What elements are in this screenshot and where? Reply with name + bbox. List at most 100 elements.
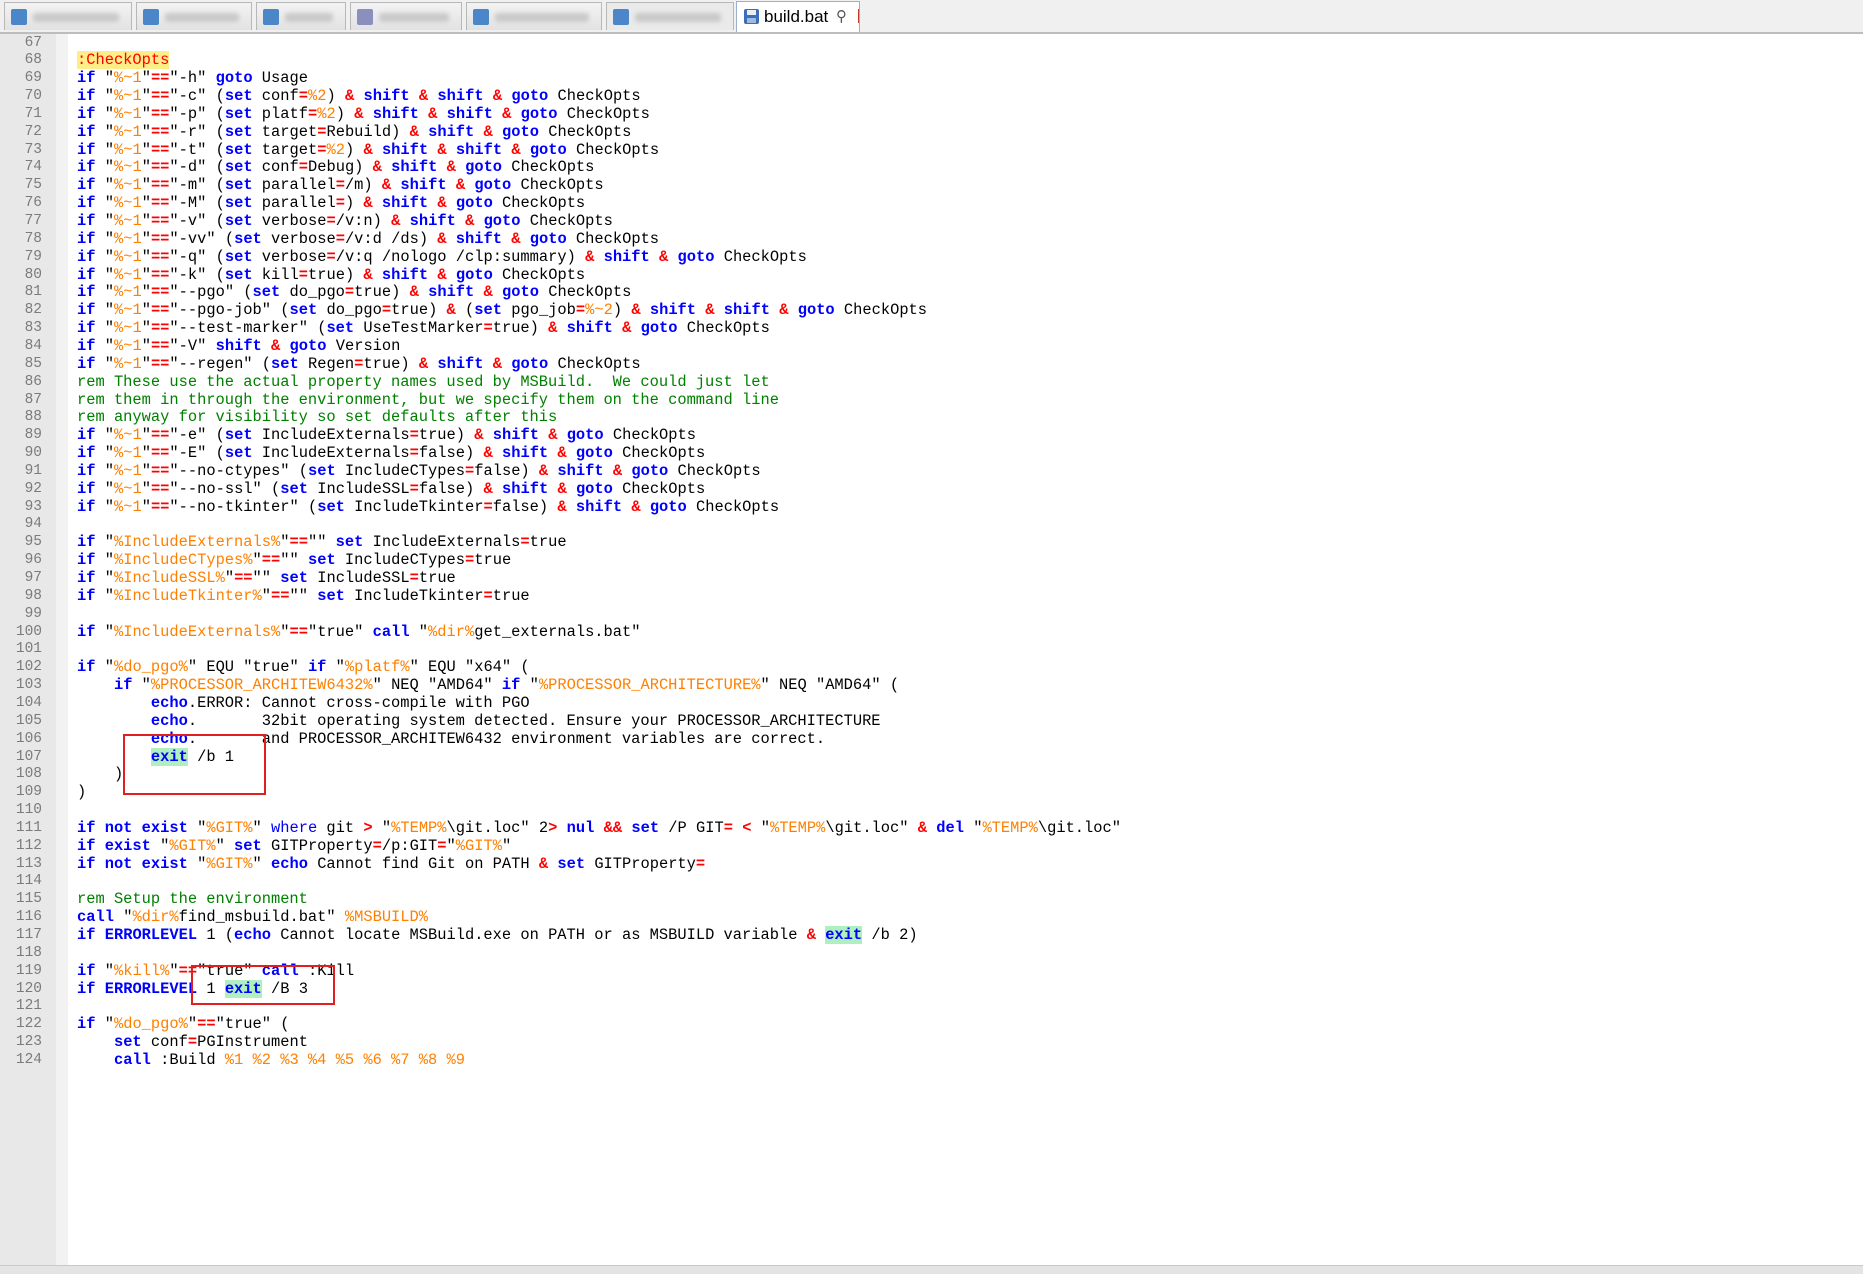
code-token: "-q" ( (169, 247, 225, 266)
code-token: "true" ( (215, 1015, 290, 1034)
code-token: goto (502, 122, 539, 141)
code-token: %GIT% (455, 836, 502, 855)
code-line[interactable]: 124 call :Build %1 %2 %3 %4 %5 %6 %7 %8 … (0, 1050, 1863, 1071)
code-token: & (363, 194, 373, 213)
code-token: %do_pgo% (113, 658, 188, 677)
code-token: == (150, 336, 170, 355)
tab-build-bat[interactable]: build.bat ⚲ ✕ (736, 1, 860, 32)
code-token: goto (474, 176, 512, 195)
code-token: = (409, 444, 419, 463)
close-icon[interactable]: ✕ (858, 9, 859, 23)
code-token: shift (437, 354, 484, 373)
code-token: goto (575, 444, 613, 463)
code-token: %kill% (113, 961, 170, 980)
code-token: git (317, 818, 364, 837)
code-token: /b 2) (862, 926, 918, 944)
tab-blurred-5[interactable] (466, 2, 602, 30)
code-token: " (95, 1015, 114, 1034)
code-token: == (261, 551, 281, 570)
code-token: set (224, 265, 253, 284)
code-token: IncludeSSL (307, 569, 410, 587)
code-token: %~1 (113, 158, 142, 177)
code-token: "-v" ( (169, 212, 225, 230)
blurred-tab-label (379, 13, 449, 22)
code-token: shift (501, 444, 549, 463)
pin-icon[interactable]: ⚲ (836, 7, 847, 25)
code-token: " (141, 69, 151, 88)
code-token: & (557, 479, 567, 498)
code-token: " (95, 354, 114, 373)
code-token: set (234, 229, 262, 248)
code-token: CheckOpts (538, 122, 632, 141)
code-token: ERRORLEVEL (104, 979, 198, 998)
code-token: echo (271, 854, 308, 873)
code-token: " (95, 229, 114, 248)
tab-blurred-3[interactable] (256, 2, 346, 30)
tab-blurred-1[interactable] (4, 2, 132, 30)
code-token: & (557, 444, 567, 463)
tab-blurred-6[interactable] (606, 2, 734, 30)
code-token: exit (825, 926, 863, 944)
code-token: %~1 (113, 104, 142, 123)
code-token: = (409, 569, 419, 587)
code-token: %GIT% (169, 836, 216, 855)
code-token: /P GIT (659, 818, 724, 837)
code-token: goto (529, 229, 567, 248)
code-token: call (113, 1050, 151, 1069)
code-token: " (113, 908, 133, 927)
code-token: " (95, 569, 114, 587)
code-token: "-vv" ( (169, 229, 235, 248)
code-token: ) (326, 87, 345, 106)
code-token: if not exist (77, 854, 188, 873)
code-token: rem Setup the environment (77, 890, 308, 909)
code-token: /m) (344, 176, 382, 195)
code-token: " (141, 247, 151, 266)
code-token: %MSBUILD% (344, 908, 428, 927)
code-token: if (77, 194, 96, 213)
code-token: & (418, 354, 429, 373)
code-editor[interactable]: 67 68:CheckOpts 69 if "%~1"=="-h" goto Usag… (0, 34, 1863, 1265)
tab-label: build.bat (764, 7, 829, 26)
code-token: if (77, 961, 96, 980)
code-token: " (187, 1015, 198, 1034)
code-token: & (437, 140, 447, 159)
code-token: CheckOpts (612, 444, 706, 463)
code-token: "" (307, 533, 336, 552)
code-token: " (252, 854, 271, 873)
tab-blurred-4[interactable] (350, 2, 462, 30)
code-token: shift (455, 140, 503, 159)
blurred-tab-label (635, 13, 721, 22)
code-token: "--pgo" ( (169, 283, 253, 302)
tab-blurred-2[interactable] (136, 2, 252, 30)
code-token: & (418, 87, 429, 106)
code-token: %~1 (113, 497, 142, 516)
code-token: false) (418, 444, 484, 463)
code-token: " (963, 818, 983, 837)
code-token: & (631, 497, 641, 516)
code-token: CheckOpts (548, 354, 641, 373)
code-token: = (335, 194, 345, 213)
code-token: goto (677, 247, 715, 266)
code-token: "-V" (169, 336, 216, 355)
code-token: if (77, 212, 96, 230)
code-token: GITProperty (261, 836, 373, 855)
code-token: pgo_job (502, 301, 576, 320)
code-token: set (224, 444, 253, 463)
code-token: find_msbuild.bat" (178, 908, 345, 927)
code-token: ) (344, 140, 364, 159)
code-token: if (77, 69, 96, 88)
code-token: = (326, 212, 336, 230)
code-token: " (520, 676, 539, 695)
